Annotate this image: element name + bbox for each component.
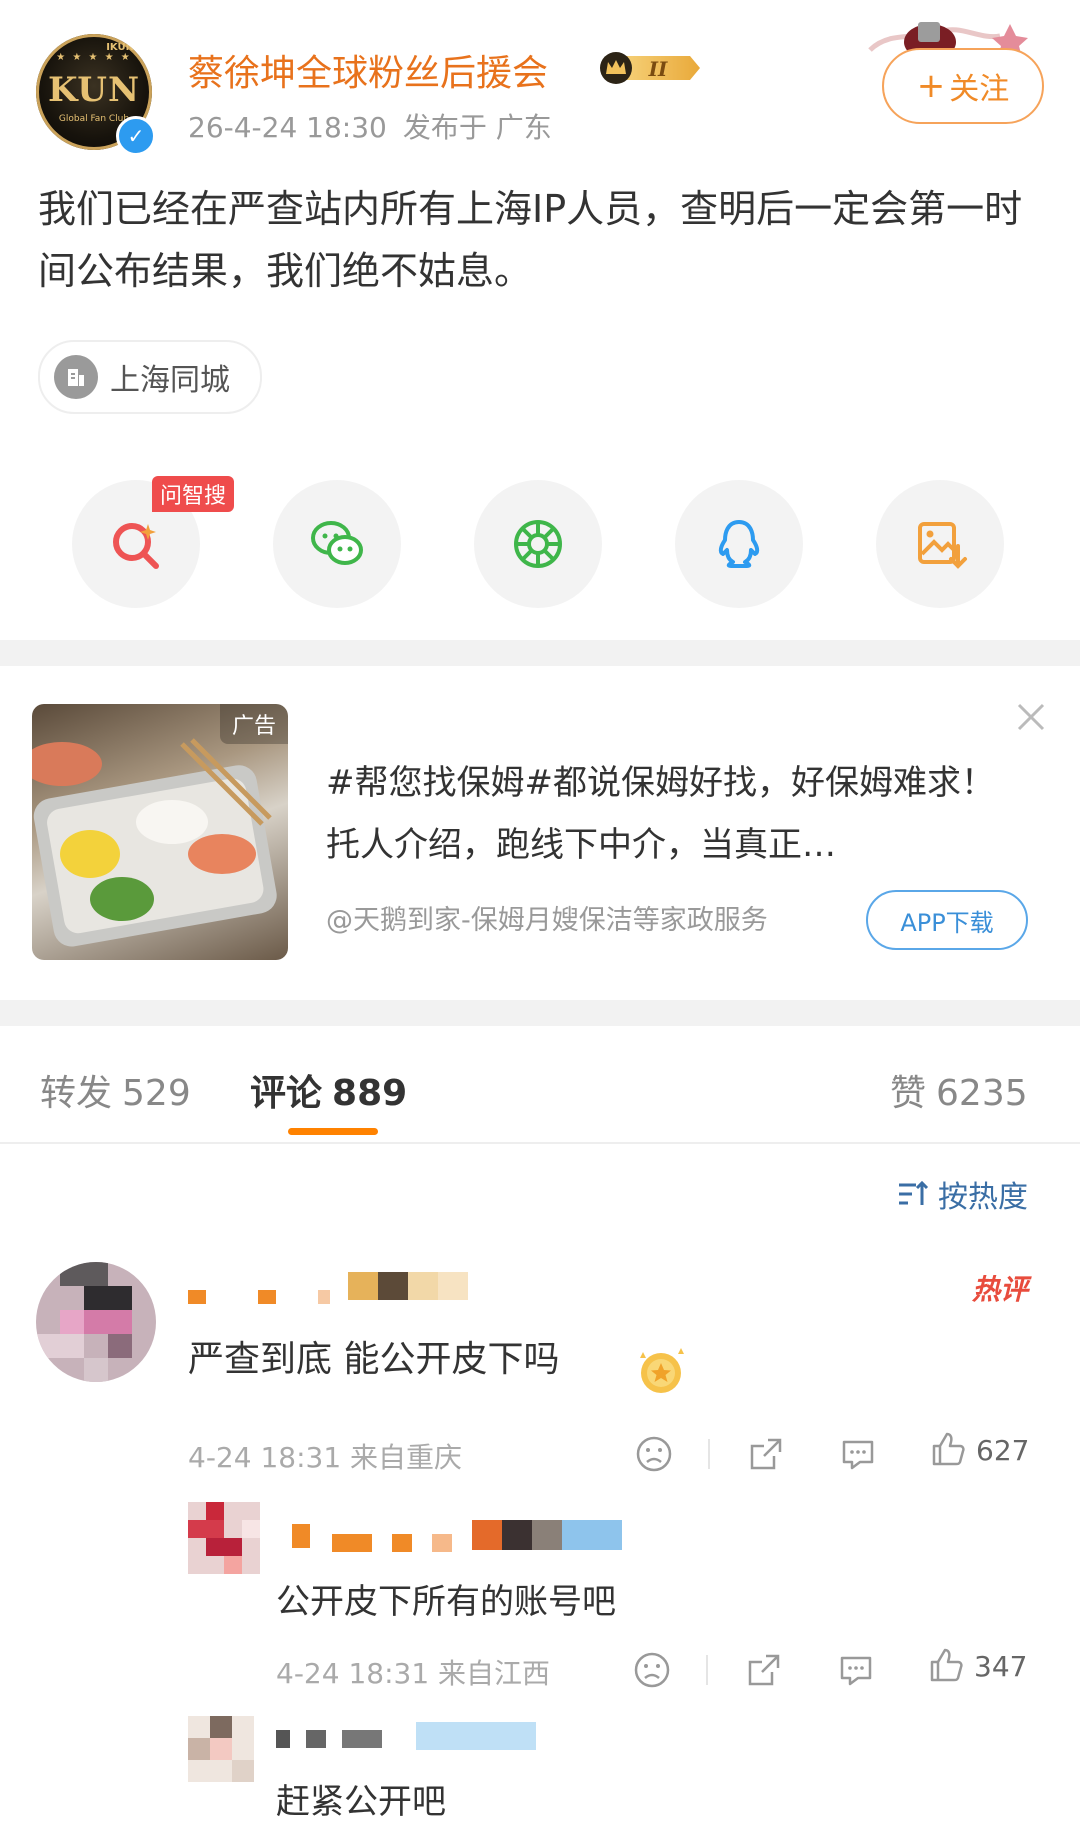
share-qq-button[interactable] xyxy=(675,480,803,608)
follow-label: 关注 xyxy=(949,72,1010,107)
tab-divider xyxy=(0,1142,1080,1144)
like-count: 627 xyxy=(976,1433,1030,1467)
ad-image[interactable]: 广告 xyxy=(32,704,288,960)
post-location: 发布于 广东 xyxy=(402,111,552,144)
dislike-button[interactable] xyxy=(628,1646,676,1694)
share-icon xyxy=(750,1438,782,1470)
share-wechat-button[interactable] xyxy=(273,480,401,608)
reply-button[interactable] xyxy=(832,1646,880,1694)
share-comment-button[interactable] xyxy=(742,1430,790,1478)
verified-icon: ✓ xyxy=(116,116,156,156)
plus-icon: + xyxy=(916,66,946,106)
moments-icon xyxy=(514,520,562,568)
reply-text: 公开皮下所有的账号吧 xyxy=(276,1582,616,1622)
follow-button[interactable]: + 关注 xyxy=(882,48,1044,124)
author-name[interactable]: 蔡徐坤全球粉丝后援会 xyxy=(188,44,548,96)
sort-icon xyxy=(899,1180,929,1205)
location-tag[interactable]: 上海同城 xyxy=(38,340,262,414)
tab-comments[interactable]: 评论 889 xyxy=(250,1064,407,1116)
building-icon xyxy=(54,355,98,399)
vip-crown-badge-icon[interactable]: II xyxy=(598,50,702,86)
save-image-icon xyxy=(918,522,967,569)
post-text: 我们已经在严查站内所有上海IP人员，查明后一定会第一时间公布结果，我们绝不姑息。 xyxy=(38,187,1023,293)
ad-text[interactable]: #帮您找保姆#都说保姆好找，好保姆难求！托人介绍，跑线下中介，当真正… xyxy=(326,752,1026,876)
post-time: 26-4-24 18:30 xyxy=(188,111,387,144)
sad-face-icon xyxy=(634,1652,670,1688)
like-button[interactable]: 627 xyxy=(928,1430,1029,1470)
action-divider xyxy=(706,1655,708,1685)
commenter-name-blurred[interactable] xyxy=(188,1272,478,1306)
share-moments-button[interactable] xyxy=(474,480,602,608)
reply-name-blurred[interactable] xyxy=(276,1722,536,1752)
ai-search-icon xyxy=(113,523,159,569)
like-count: 347 xyxy=(974,1649,1028,1683)
sort-button[interactable]: 按热度 xyxy=(896,1172,1028,1216)
comment-meta: 4-24 18:31 来自重庆 xyxy=(188,1441,463,1474)
thumbs-up-icon xyxy=(930,1648,963,1682)
app-download-button[interactable]: APP下载 xyxy=(866,890,1028,950)
medal-icon xyxy=(640,1348,684,1393)
active-tab-indicator xyxy=(288,1128,378,1135)
avatar-logo-text: KUN xyxy=(47,70,141,110)
reply-button[interactable] xyxy=(834,1430,882,1478)
hot-comment-badge: 热评 xyxy=(972,1273,1029,1306)
reply-text: 赶紧公开吧 xyxy=(276,1782,446,1822)
post-meta: 26-4-24 18:30 发布于 广东 xyxy=(188,106,552,146)
comment-text: 严查到底 能公开皮下吗 xyxy=(188,1339,560,1380)
ad-label: 广告 xyxy=(219,704,288,744)
commenter-avatar[interactable] xyxy=(36,1262,156,1382)
action-divider xyxy=(708,1439,710,1469)
comment-icon xyxy=(842,1440,874,1470)
avatar-corner-text: IKUN xyxy=(106,42,134,53)
level-badge-text: II xyxy=(648,57,668,81)
close-icon[interactable] xyxy=(1014,700,1048,734)
reply-avatar[interactable] xyxy=(188,1716,254,1782)
share-icon xyxy=(748,1654,780,1686)
sad-face-icon xyxy=(636,1436,672,1472)
reply-name-blurred[interactable] xyxy=(292,1520,624,1554)
reply-avatar[interactable] xyxy=(188,1502,260,1574)
reply-meta: 4-24 18:31 来自江西 xyxy=(276,1657,551,1690)
section-divider xyxy=(0,640,1080,666)
tab-repost[interactable]: 转发 529 xyxy=(40,1064,191,1116)
like-button[interactable]: 347 xyxy=(926,1646,1027,1686)
comment-icon xyxy=(840,1656,872,1686)
qq-icon xyxy=(718,520,760,568)
tab-likes[interactable]: 赞 6235 xyxy=(890,1064,1028,1116)
save-image-button[interactable] xyxy=(876,480,1004,608)
ad-source[interactable]: @天鹅到家-保姆月嫂保洁等家政服务 xyxy=(326,898,768,937)
thumbs-up-icon xyxy=(932,1432,965,1466)
wechat-icon xyxy=(311,521,363,565)
sort-label: 按热度 xyxy=(938,1180,1028,1215)
section-divider xyxy=(0,1000,1080,1026)
ai-search-badge: 问智搜 xyxy=(152,476,235,512)
location-tag-label: 上海同城 xyxy=(110,363,230,398)
dislike-button[interactable] xyxy=(630,1430,678,1478)
share-comment-button[interactable] xyxy=(740,1646,788,1694)
